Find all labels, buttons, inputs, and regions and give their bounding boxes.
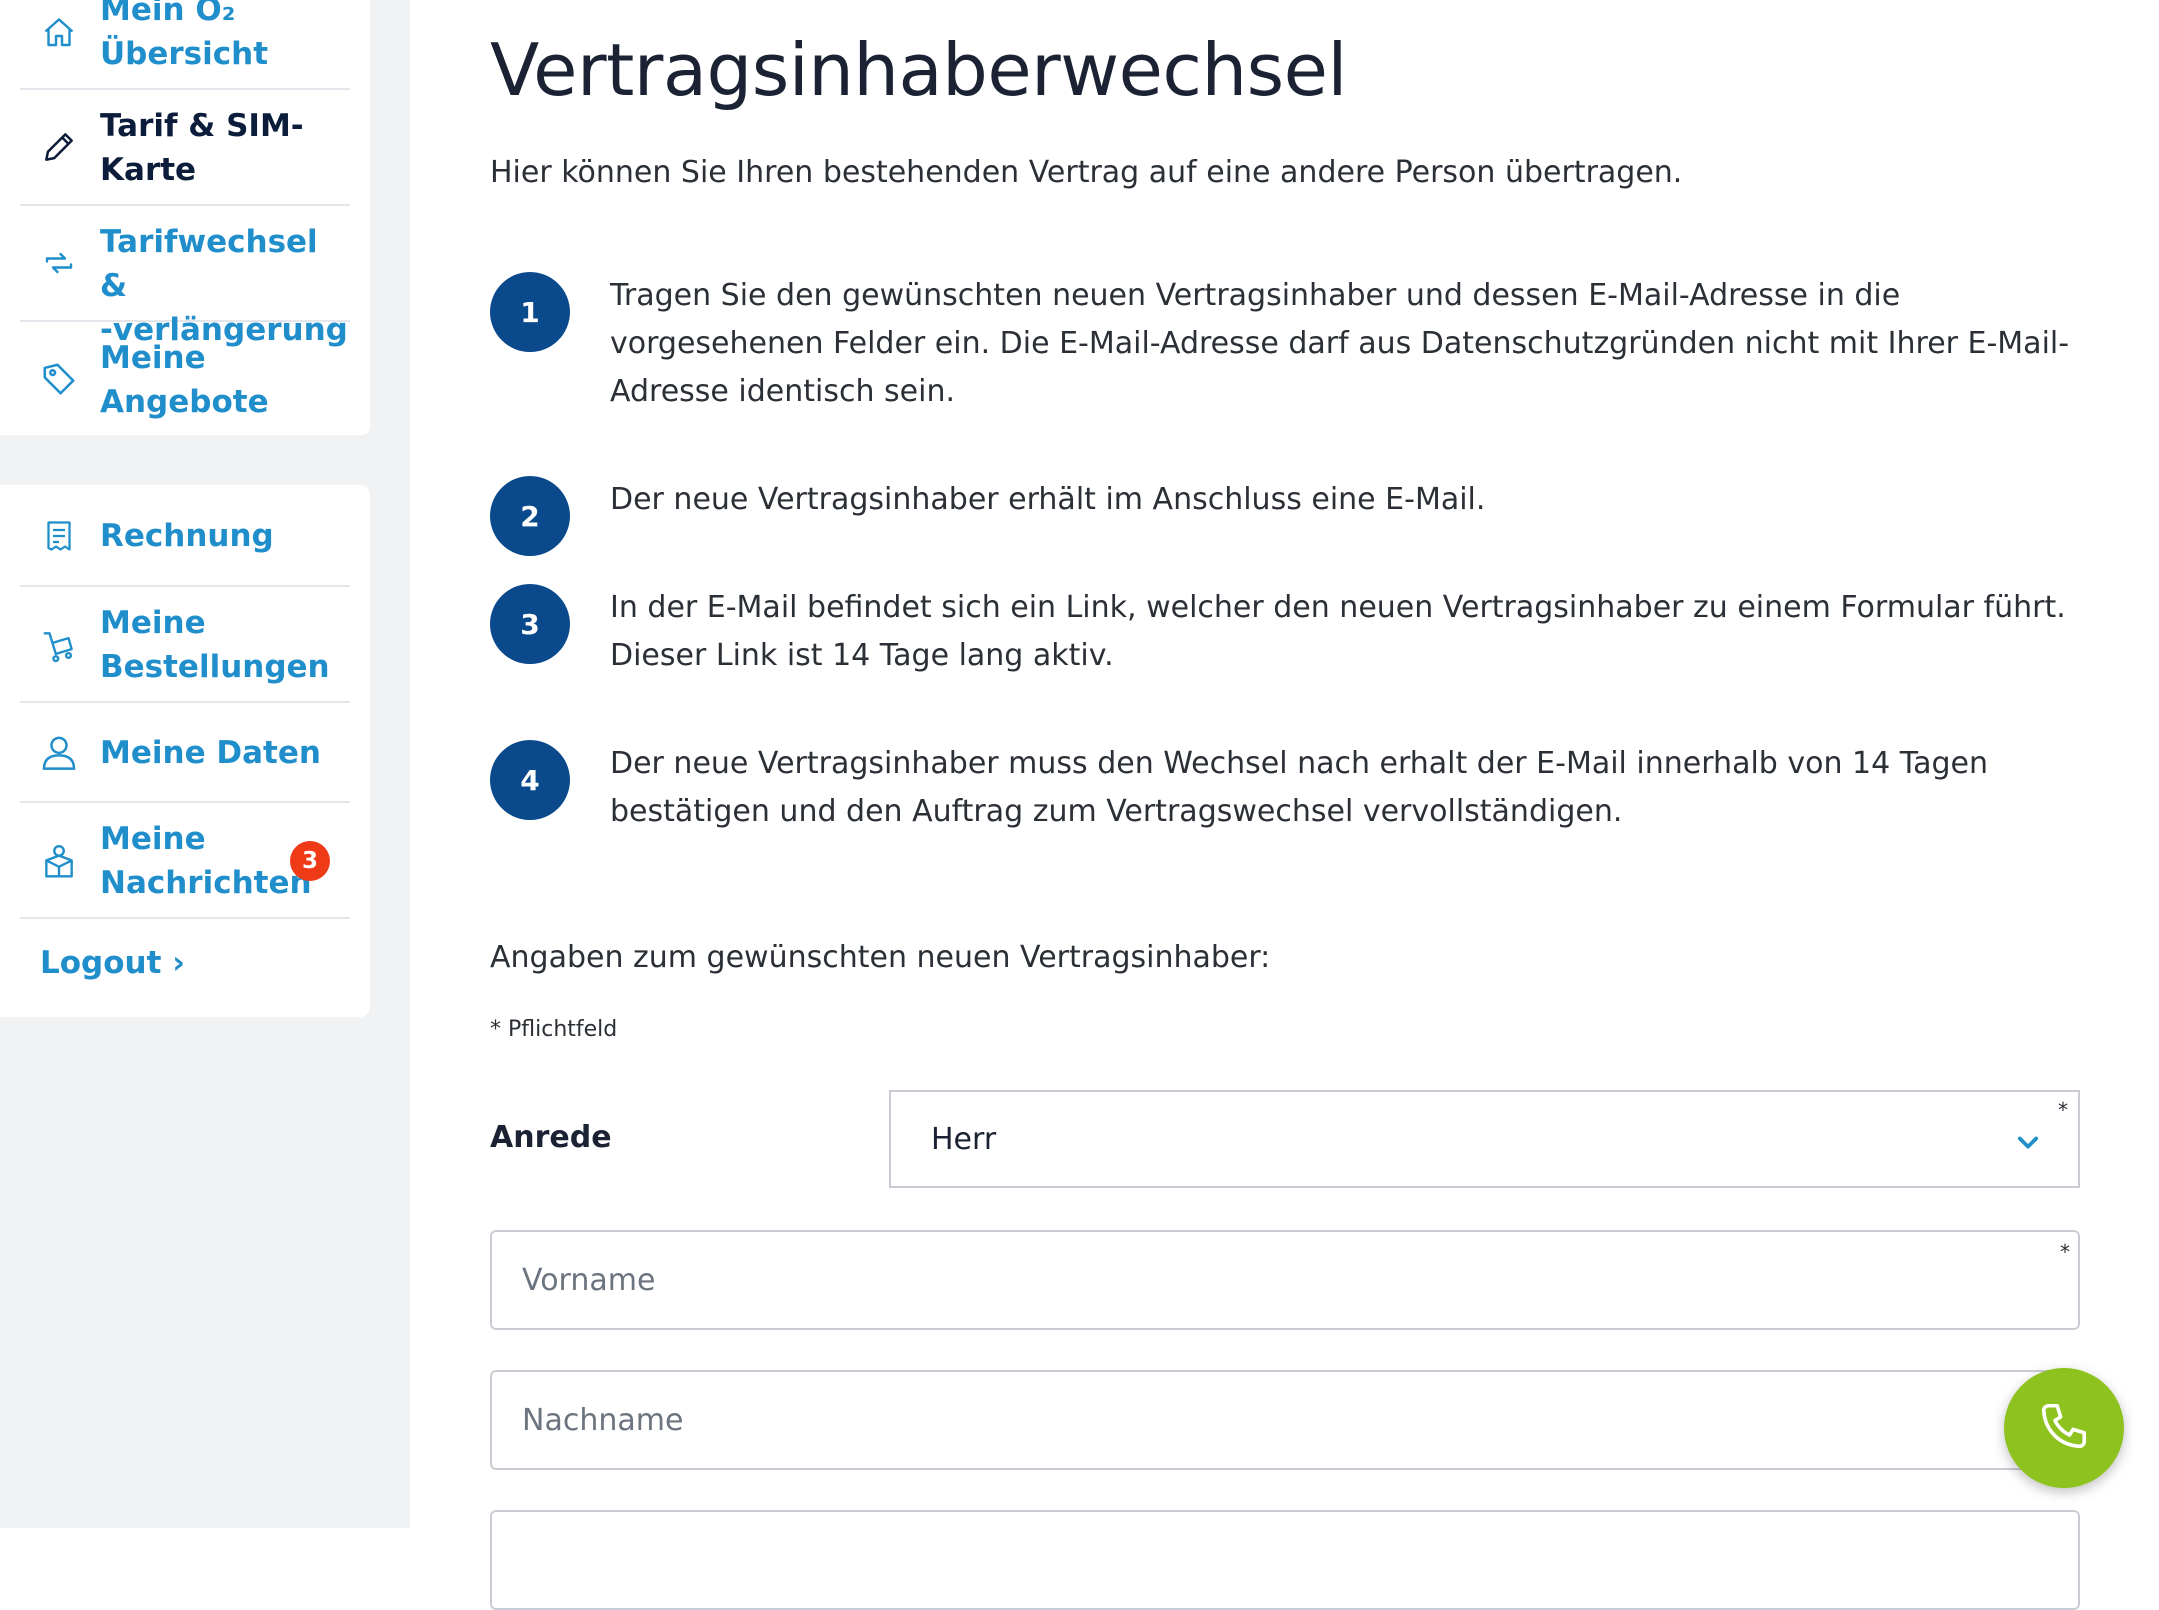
salutation-selected-value: Herr bbox=[931, 1122, 997, 1157]
page-title: Vertragsinhaberwechsel bbox=[490, 28, 1347, 112]
sidebar-item-label: Rechnung bbox=[100, 518, 274, 554]
unread-count-badge: 3 bbox=[290, 841, 330, 881]
call-button[interactable] bbox=[2004, 1368, 2124, 1488]
required-mark: * bbox=[2060, 1240, 2070, 1264]
logout-link[interactable]: Logout › bbox=[40, 945, 185, 981]
user-icon bbox=[38, 731, 80, 773]
next-field bbox=[490, 1510, 2080, 1610]
last-name-field bbox=[490, 1370, 2080, 1470]
tag-icon bbox=[38, 358, 80, 400]
sidebar-item-messages[interactable]: Meine Nachrichten 3 bbox=[20, 803, 350, 919]
step-text: In der E-Mail befindet sich ein Link, we… bbox=[610, 590, 2066, 673]
last-name-input[interactable] bbox=[490, 1370, 2080, 1470]
sidebar-item-orders[interactable]: Meine Bestellungen bbox=[20, 587, 350, 703]
sidebar-item-label: Meine Angebote bbox=[100, 340, 269, 420]
intro-text: Hier können Sie Ihren bestehenden Vertra… bbox=[490, 155, 1683, 190]
salutation-select[interactable]: Herr * bbox=[889, 1090, 2080, 1188]
sidebar-item-tariff-change[interactable]: Tarifwechsel & -verlängerung bbox=[20, 206, 350, 348]
first-name-input[interactable] bbox=[490, 1230, 2080, 1330]
messages-icon bbox=[38, 841, 80, 883]
invoice-icon bbox=[38, 515, 80, 557]
switch-arrows-icon bbox=[38, 242, 80, 284]
step-number-circle: 1 bbox=[490, 272, 570, 352]
step-text: Der neue Vertragsinhaber erhält im Ansch… bbox=[610, 482, 1486, 517]
first-name-field: * bbox=[490, 1230, 2080, 1330]
step-text: Der neue Vertragsinhaber muss den Wechse… bbox=[610, 746, 1988, 829]
sidebar-item-invoice[interactable]: Rechnung bbox=[20, 485, 350, 587]
pencil-icon bbox=[38, 126, 80, 168]
sidebar-item-label: Meine Nachrichten bbox=[100, 821, 312, 901]
step-number-circle: 2 bbox=[490, 476, 570, 556]
sidebar-item-offers[interactable]: Meine Angebote bbox=[20, 322, 350, 435]
sidebar-item-tariff-sim[interactable]: Tarif & SIM- Karte bbox=[20, 90, 350, 206]
chevron-down-icon bbox=[2014, 1128, 2042, 1156]
required-field-note: * Pflichtfeld bbox=[490, 1017, 618, 1042]
sidebar-item-overview[interactable]: Mein O₂ Übersicht bbox=[20, 0, 350, 90]
sidebar-card-contract: Mein O₂ Übersicht Tarif & SIM- Karte Tar… bbox=[0, 0, 370, 435]
home-icon bbox=[38, 12, 80, 54]
sidebar-item-my-data[interactable]: Meine Daten bbox=[20, 703, 350, 803]
sidebar-item-label: Meine Bestellungen bbox=[100, 605, 330, 685]
step-number-circle: 3 bbox=[490, 584, 570, 664]
step-text: Tragen Sie den gewünschten neuen Vertrag… bbox=[610, 278, 2070, 409]
cart-icon bbox=[38, 625, 80, 667]
sidebar-item-label: Meine Daten bbox=[100, 735, 321, 771]
salutation-label: Anrede bbox=[490, 1120, 612, 1155]
phone-icon bbox=[2037, 1399, 2091, 1457]
form-section-label: Angaben zum gewünschten neuen Vertragsin… bbox=[490, 940, 1271, 975]
step-number-circle: 4 bbox=[490, 740, 570, 820]
sidebar-item-label: Tarif & SIM- Karte bbox=[100, 108, 304, 188]
sidebar-item-label: Mein O₂ Übersicht bbox=[100, 0, 269, 72]
required-mark: * bbox=[2058, 1098, 2068, 1122]
next-input[interactable] bbox=[490, 1510, 2080, 1610]
